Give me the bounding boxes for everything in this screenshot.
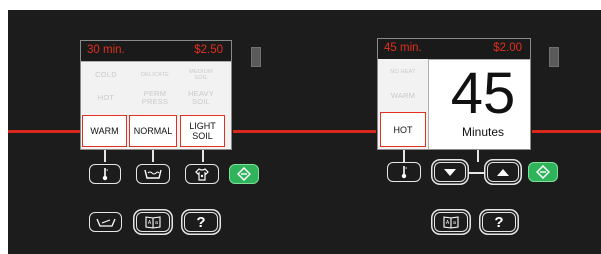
help-label-right: ? [494,213,504,231]
accent-line-right [532,130,601,133]
start-button-left[interactable] [229,164,259,184]
display-header: 30 min. $2.50 [81,41,231,62]
help-label: ? [196,213,206,231]
dryer-minutes-value: 45 [450,61,516,126]
connector-temp [104,150,106,162]
help-button-left[interactable]: ? [184,212,218,232]
svg-text:a: a [155,220,158,226]
accent-line-left [8,130,80,133]
soil-button[interactable] [185,164,219,184]
soil-option-heavy: HEAVY SOIL [188,89,214,106]
cycle-button[interactable] [136,164,170,184]
start-button-right[interactable] [528,162,558,182]
connector-time-bridge [467,172,486,174]
thermometer-icon [401,166,407,179]
soil-option-medium: MEDIUM SOIL [189,69,213,81]
help-button-right[interactable]: ? [482,212,516,232]
connector-dryer-temp [403,150,405,162]
svg-text:A: A [446,220,450,226]
svg-text:A: A [148,220,152,226]
soil-selected[interactable]: LIGHT SOIL [180,115,225,147]
wash-tub-icon [144,169,162,179]
dryer-display-header: 45 min. $2.00 [378,39,530,60]
time-down-button[interactable] [434,162,466,182]
connector-soil [202,150,204,162]
status-indicator-left [251,47,261,67]
dryer-temp-option-no-heat: NO HEAT [390,69,416,75]
connector-dryer-time [477,150,479,162]
connector-cycle [152,150,154,162]
temperature-button[interactable] [89,164,121,184]
rinse-icon [95,218,116,227]
cycle-time: 30 min. [87,44,125,56]
temp-option-hot: HOT [97,93,115,102]
temp-option-cold: COLD [95,70,117,79]
dryer-cycle-price: $2.00 [493,42,522,54]
down-arrow-icon [444,168,456,176]
cycle-option-perm-press: PERM PRESS [141,89,169,106]
status-indicator-right [549,47,559,67]
thermometer-icon [102,168,108,181]
extra-rinse-button[interactable] [89,212,122,232]
temp-selected[interactable]: WARM [82,115,127,147]
svg-text:a: a [453,220,456,226]
start-diamond-icon [237,167,251,181]
dryer-temperature-button[interactable] [387,162,421,182]
shirt-icon [195,167,209,181]
dryer-cycle-time: 45 min. [384,42,422,54]
dryer-temp-option-warm: WARM [390,91,416,100]
language-book-icon: A a [443,215,459,229]
start-diamond-icon [536,165,550,179]
cycle-selected[interactable]: NORMAL [129,115,177,147]
cycle-option-delicate: DELICATE [140,72,170,78]
up-arrow-icon [497,168,509,176]
dryer-minutes-label: Minutes [461,125,505,139]
dryer-temp-selected[interactable]: HOT [380,112,426,147]
language-button-left[interactable]: A a [136,212,170,232]
time-up-button[interactable] [487,162,519,182]
cycle-price: $2.50 [194,44,223,56]
accent-line-mid [233,130,376,133]
language-button-right[interactable]: A a [434,212,468,232]
language-book-icon: A a [145,215,161,229]
